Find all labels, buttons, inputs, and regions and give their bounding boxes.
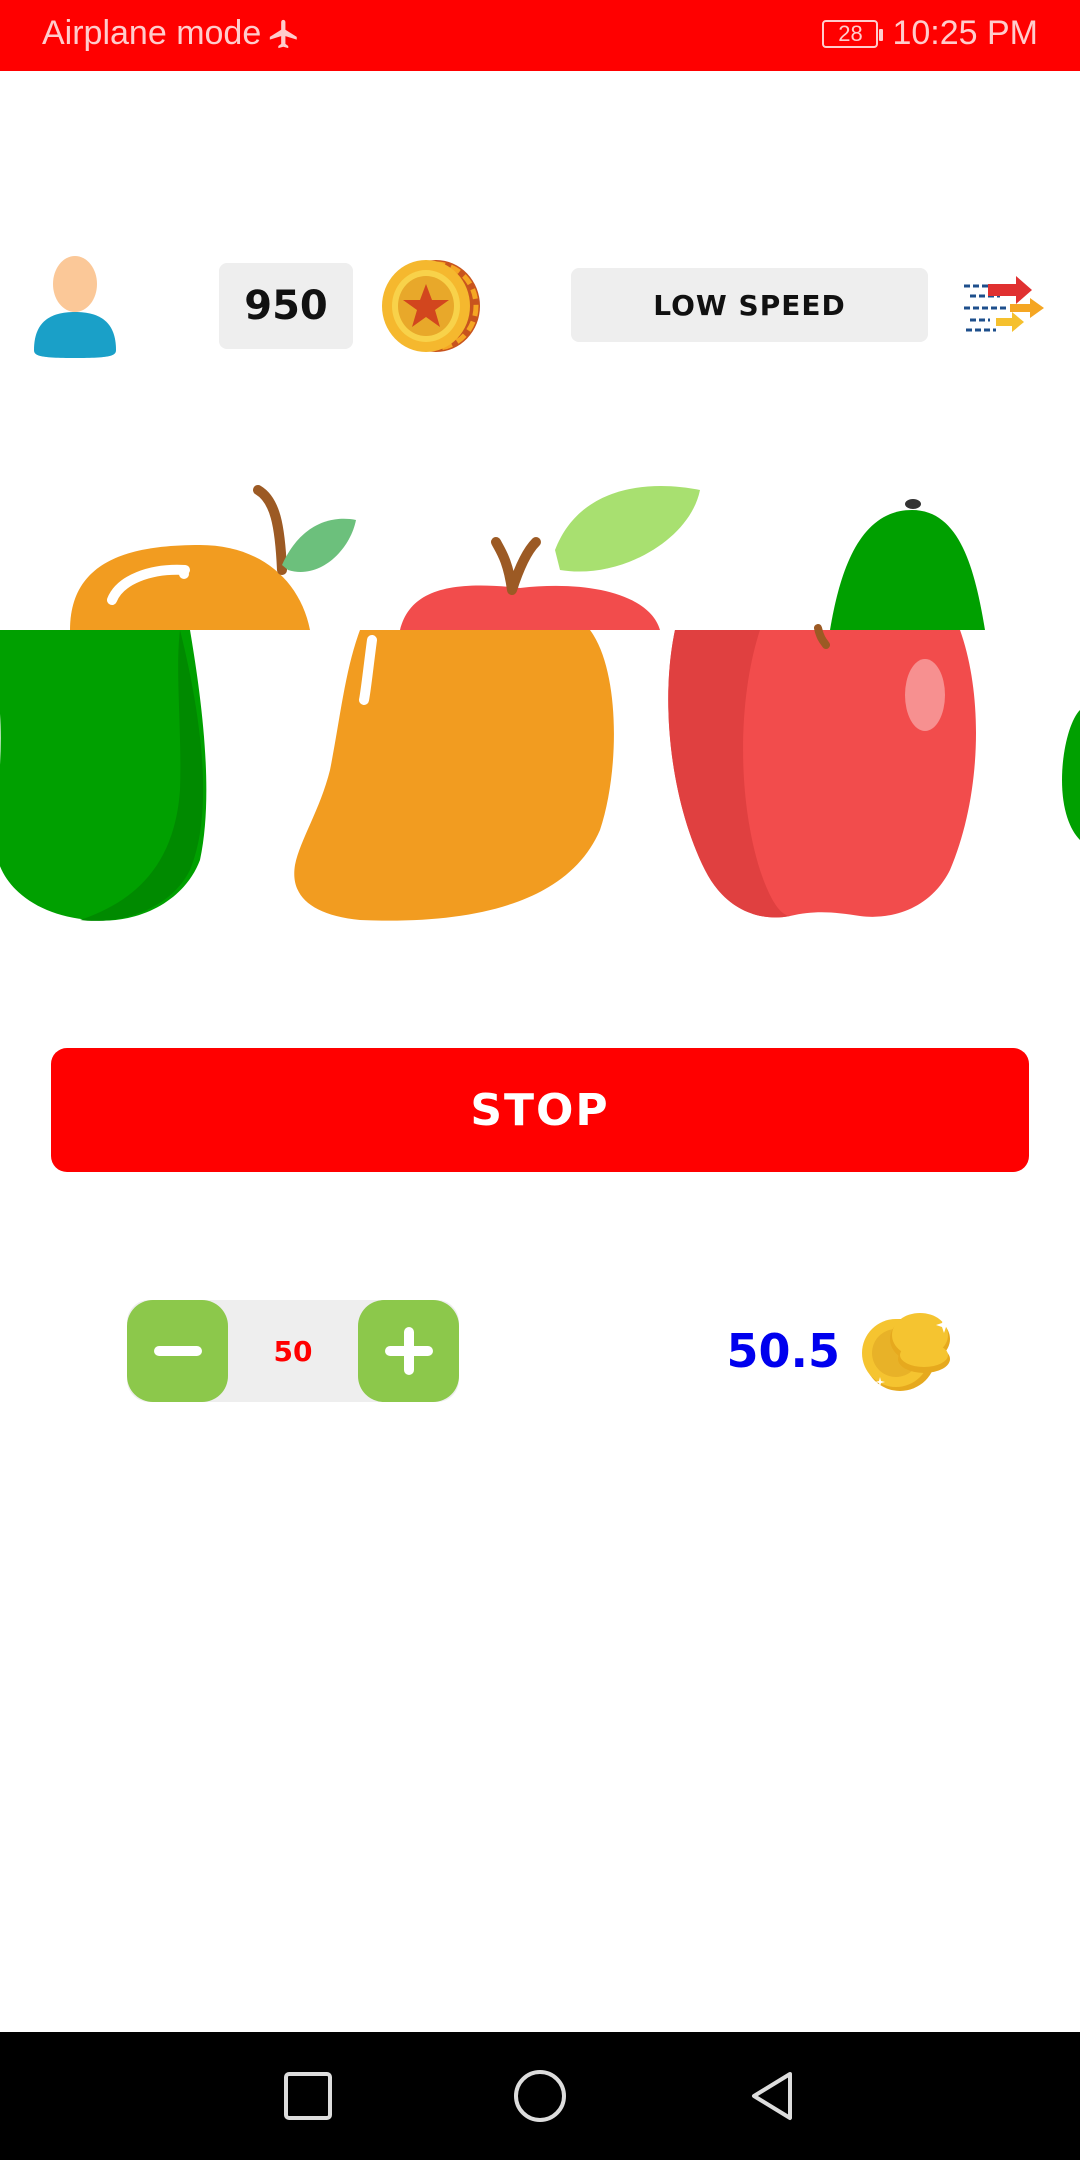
user-avatar-icon[interactable] [30,250,120,360]
airplane-icon [270,19,297,48]
apple-fruit [668,624,977,918]
clock: 10:25 PM [892,14,1038,52]
battery-level: 28 [838,20,863,46]
reels-canvas [0,485,1080,921]
speed-label: LOW SPEED [653,288,846,322]
speed-arrows-icon[interactable] [960,274,1050,338]
status-right: 28 10:25 PM [822,14,1038,53]
stop-label: STOP [470,1084,610,1136]
mango-fruit [294,630,614,921]
battery-icon: 28 [822,19,884,48]
star-coin-icon [382,260,480,352]
bet-value: 50 [273,1334,313,1368]
minus-icon [153,1346,202,1356]
airplane-mode-label: Airplane mode [42,14,262,52]
avocado-fruit [0,630,207,921]
home-button[interactable] [504,2060,576,2132]
bet-stepper: 50 [127,1300,459,1402]
status-left: Airplane mode [42,14,301,53]
avocado-fruit [1062,710,1080,840]
slot-reels [0,470,1080,930]
square-icon [284,2072,332,2120]
increase-bet-button[interactable] [358,1300,459,1402]
speed-button[interactable]: LOW SPEED [571,268,928,342]
recents-button[interactable] [272,2060,344,2132]
mango-fruit [70,485,356,630]
back-button[interactable] [736,2060,808,2132]
win-amount: 50.5 [726,1324,841,1378]
balance-value: 950 [244,283,328,329]
decrease-bet-button[interactable] [127,1300,228,1402]
avocado-fruit [830,499,985,630]
status-bar: Airplane mode 28 10:25 PM [0,0,1080,71]
navigation-bar [0,2032,1080,2160]
coin-stack-icon [862,1313,952,1391]
balance-display: 950 [219,263,353,349]
stop-button[interactable]: STOP [51,1048,1029,1172]
circle-icon [514,2070,566,2122]
apple-fruit [400,486,700,630]
triangle-back-icon [752,2072,792,2120]
plus-icon [384,1327,433,1375]
